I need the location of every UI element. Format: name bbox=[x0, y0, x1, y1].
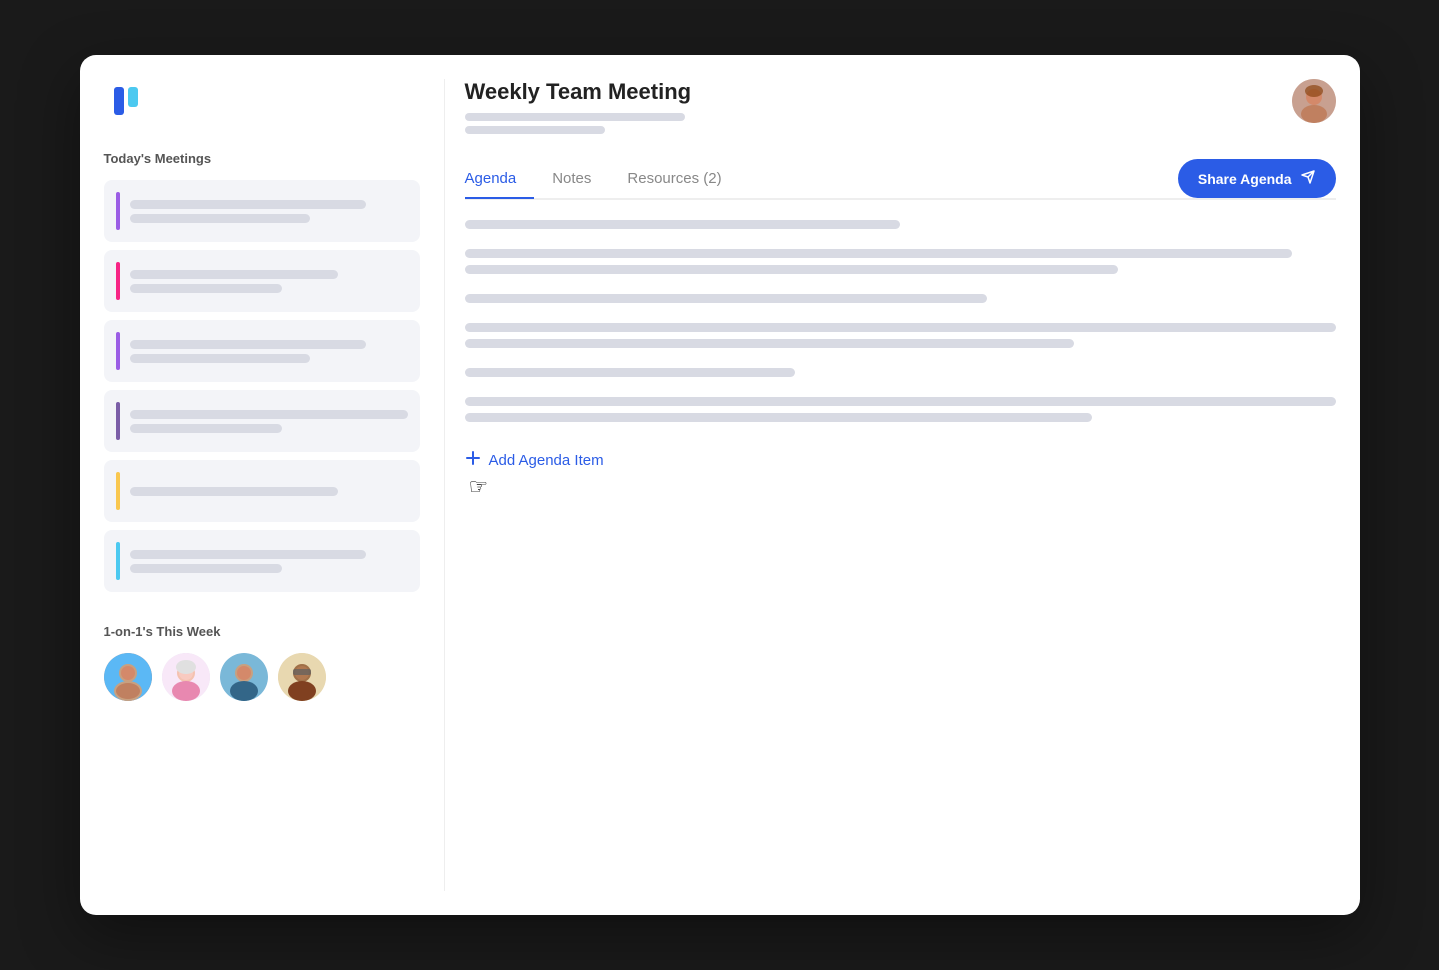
app-logo[interactable] bbox=[104, 79, 148, 123]
app-window: Today's Meetings bbox=[80, 55, 1360, 915]
agenda-group bbox=[465, 397, 1336, 422]
add-agenda-item-button[interactable]: Add Agenda Item bbox=[465, 450, 1336, 470]
sidebar: Today's Meetings bbox=[104, 79, 444, 891]
meeting-text bbox=[130, 270, 408, 293]
meeting-text bbox=[130, 550, 408, 573]
user-avatar[interactable] bbox=[1292, 79, 1336, 123]
send-icon bbox=[1300, 169, 1316, 188]
main-content: Weekly Team Meeting Agenda Notes bbox=[444, 79, 1336, 891]
meeting-color-bar bbox=[116, 262, 120, 300]
avatars-row bbox=[104, 653, 420, 701]
cursor-hand: ☞ bbox=[469, 476, 1336, 498]
avatar[interactable] bbox=[220, 653, 268, 701]
skeleton bbox=[130, 200, 366, 209]
meeting-text bbox=[130, 340, 408, 363]
main-header: Weekly Team Meeting bbox=[465, 79, 1336, 139]
skeleton bbox=[130, 410, 408, 419]
tabs-row: Agenda Notes Resources (2) Share Agenda bbox=[465, 159, 1336, 200]
skeleton bbox=[130, 424, 283, 433]
add-agenda-item-label: Add Agenda Item bbox=[489, 452, 604, 469]
app-inner: Today's Meetings bbox=[80, 55, 1360, 915]
share-agenda-button[interactable]: Share Agenda bbox=[1178, 159, 1336, 198]
skeleton bbox=[465, 126, 605, 134]
meeting-item[interactable] bbox=[104, 250, 420, 312]
page-title: Weekly Team Meeting bbox=[465, 79, 692, 105]
avatar[interactable] bbox=[278, 653, 326, 701]
tab-agenda[interactable]: Agenda bbox=[465, 160, 535, 199]
share-agenda-label: Share Agenda bbox=[1198, 171, 1292, 187]
add-icon bbox=[465, 450, 481, 470]
agenda-content: Add Agenda Item ☞ bbox=[465, 220, 1336, 498]
agenda-group bbox=[465, 220, 1336, 229]
tab-resources[interactable]: Resources (2) bbox=[609, 160, 739, 199]
meeting-item[interactable] bbox=[104, 320, 420, 382]
skeleton bbox=[130, 564, 283, 573]
skeleton bbox=[130, 487, 339, 496]
one-on-one-section: 1-on-1's This Week bbox=[104, 624, 420, 701]
meeting-list bbox=[104, 180, 420, 592]
meeting-title-block: Weekly Team Meeting bbox=[465, 79, 692, 139]
meeting-item[interactable] bbox=[104, 390, 420, 452]
agenda-group bbox=[465, 323, 1336, 348]
section-title-oneononee: 1-on-1's This Week bbox=[104, 624, 420, 639]
meeting-text bbox=[130, 410, 408, 433]
skeleton bbox=[465, 339, 1075, 348]
skeleton bbox=[130, 270, 339, 279]
skeleton bbox=[130, 550, 366, 559]
meeting-color-bar bbox=[116, 402, 120, 440]
skeleton bbox=[465, 294, 988, 303]
agenda-group bbox=[465, 249, 1336, 274]
meeting-item[interactable] bbox=[104, 530, 420, 592]
meeting-item[interactable] bbox=[104, 180, 420, 242]
skeleton bbox=[465, 249, 1292, 258]
skeleton bbox=[130, 214, 311, 223]
skeleton bbox=[465, 413, 1092, 422]
meeting-color-bar bbox=[116, 332, 120, 370]
skeleton bbox=[465, 220, 901, 229]
meeting-color-bar bbox=[116, 542, 120, 580]
skeleton bbox=[465, 397, 1336, 406]
agenda-group bbox=[465, 294, 1336, 303]
skeleton bbox=[465, 265, 1118, 274]
skeleton bbox=[130, 340, 366, 349]
avatar[interactable] bbox=[162, 653, 210, 701]
skeleton bbox=[130, 284, 283, 293]
meeting-color-bar bbox=[116, 472, 120, 510]
section-title-meetings: Today's Meetings bbox=[104, 151, 420, 166]
skeleton bbox=[465, 368, 796, 377]
tab-notes[interactable]: Notes bbox=[534, 160, 609, 199]
skeleton bbox=[465, 113, 685, 121]
skeleton bbox=[130, 354, 311, 363]
meeting-text bbox=[130, 487, 408, 496]
meeting-item[interactable] bbox=[104, 460, 420, 522]
avatar[interactable] bbox=[104, 653, 152, 701]
meeting-text bbox=[130, 200, 408, 223]
skeleton bbox=[465, 323, 1336, 332]
meeting-color-bar bbox=[116, 192, 120, 230]
agenda-group bbox=[465, 368, 1336, 377]
